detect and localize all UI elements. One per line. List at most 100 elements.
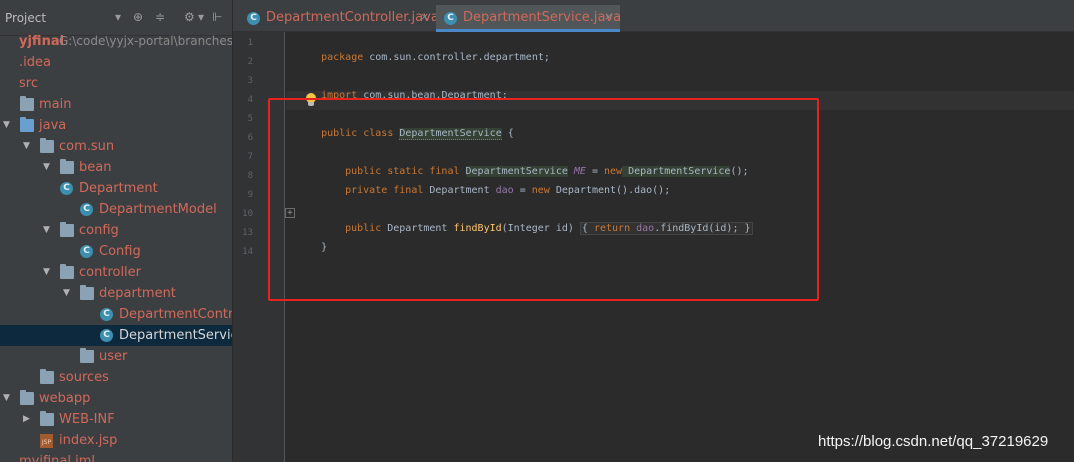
tree-item-myjfinal-iml[interactable]: myjfinal.iml: [0, 451, 232, 462]
tab-department-controller[interactable]: C DepartmentController.java ×: [239, 5, 439, 32]
class-icon: C: [80, 245, 93, 258]
tree-item-webapp[interactable]: ▼ webapp: [0, 388, 232, 409]
folder-icon: [40, 138, 54, 153]
tree-item-controller[interactable]: ▼ controller: [0, 262, 232, 283]
line-number: 3: [247, 76, 253, 86]
line-number: 14: [242, 247, 253, 257]
collapse-all-icon[interactable]: ≑: [155, 9, 165, 25]
tree-item-label: com.sun: [59, 139, 115, 154]
tree-item-config[interactable]: ▼ config: [0, 220, 232, 241]
tree-item-departmentcontrol[interactable]: C DepartmentControl: [0, 304, 233, 325]
tree-item-user[interactable]: user: [0, 346, 232, 367]
project-view-title[interactable]: Project: [5, 11, 46, 25]
tree-item-config[interactable]: C Config: [0, 241, 232, 262]
class-icon: C: [80, 203, 93, 216]
tree-item-label: Department: [79, 181, 158, 196]
folder-icon: [60, 264, 74, 279]
tree-item-label: Config: [99, 244, 141, 259]
tree-item-label: config: [79, 223, 119, 238]
folder-icon: [20, 117, 34, 132]
folder-icon: [60, 159, 74, 174]
close-icon[interactable]: ×: [604, 10, 613, 23]
tree-item-label: myjfinal.iml: [19, 454, 95, 462]
tree-item-label: DepartmentControl: [119, 307, 233, 322]
class-icon: C: [60, 182, 73, 195]
scroll-from-source-icon[interactable]: ⊕: [133, 9, 143, 25]
collapse-arrow-icon[interactable]: ▶: [23, 414, 30, 424]
tree-item-label: yjfinal: [19, 34, 65, 49]
line-number: 5: [247, 114, 253, 124]
tab-label: DepartmentService.java: [463, 10, 622, 25]
settings-gear-icon[interactable]: ⚙: [184, 9, 195, 25]
line-number: 7: [247, 152, 253, 162]
tree-item-label: main: [39, 97, 72, 112]
tree-item-label: DepartmentService: [119, 328, 232, 343]
tree-item-label: department: [99, 286, 176, 301]
hide-panel-icon[interactable]: ⊩: [212, 9, 222, 25]
editor-tab-bar: C DepartmentController.java × C Departme…: [233, 0, 1074, 32]
red-annotation-box: [268, 98, 819, 301]
jsp-file-icon: JSP: [40, 434, 53, 448]
line-number: 13: [242, 228, 253, 238]
tree-item-label: index.jsp: [59, 433, 118, 448]
expand-arrow-icon[interactable]: ▼: [43, 225, 50, 235]
watermark: https://blog.csdn.net/qq_37219629: [818, 433, 1049, 450]
folder-icon: [40, 411, 54, 426]
class-icon: C: [100, 308, 113, 321]
tree-item-web-inf[interactable]: ▶ WEB-INF: [0, 409, 232, 430]
tree-item-label: java: [39, 118, 67, 133]
project-tool-window: Project ▾ ⊕ ≑ ⚙ ▾ ⊩ yjfinal G:\code\yyjx-…: [0, 0, 233, 462]
tree-item-departmentservice[interactable]: C DepartmentService: [0, 325, 232, 346]
tree-item-label: bean: [79, 160, 112, 175]
tree-item-label: sources: [59, 370, 109, 385]
line-number: 4: [247, 95, 253, 105]
tree-item-bean[interactable]: ▼ bean: [0, 157, 232, 178]
tree-item--idea[interactable]: .idea: [0, 52, 232, 73]
code-line-1: package com.sun.controller.department;: [321, 52, 550, 63]
tree-item-com-sun[interactable]: ▼ com.sun: [0, 136, 232, 157]
tree-item-label: src: [19, 76, 38, 91]
expand-arrow-icon[interactable]: ▼: [23, 141, 30, 151]
tree-item-java[interactable]: ▼ java: [0, 115, 232, 136]
tree-item-label: user: [99, 349, 128, 364]
tree-item-yjfinal[interactable]: yjfinalG:\code\yyjx-portal\branches\myj: [0, 31, 233, 52]
folder-icon: [20, 390, 34, 405]
folder-icon: [80, 285, 94, 300]
line-number: 1: [247, 38, 253, 48]
tree-item-main[interactable]: main: [0, 94, 232, 115]
folder-icon: [40, 369, 54, 384]
tree-item-index-jsp[interactable]: JSP index.jsp: [0, 430, 232, 451]
tree-item-department[interactable]: C Department: [0, 178, 232, 199]
class-icon: C: [444, 12, 457, 25]
settings-caret-icon[interactable]: ▾: [198, 9, 204, 25]
expand-arrow-icon[interactable]: ▼: [3, 120, 10, 130]
tree-item-label: DepartmentModel: [99, 202, 217, 217]
tree-item-src[interactable]: src: [0, 73, 232, 94]
tree-item-department[interactable]: ▼ department: [0, 283, 232, 304]
expand-arrow-icon[interactable]: ▼: [63, 288, 70, 298]
expand-arrow-icon[interactable]: ▼: [43, 267, 50, 277]
expand-arrow-icon[interactable]: ▼: [3, 393, 10, 403]
tree-item-label: .idea: [19, 55, 51, 70]
expand-arrow-icon[interactable]: ▼: [43, 162, 50, 172]
line-number: 6: [247, 133, 253, 143]
line-number: 10: [242, 209, 253, 219]
tree-item-sources[interactable]: sources: [0, 367, 232, 388]
tree-item-label: webapp: [39, 391, 91, 406]
class-icon: C: [100, 329, 113, 342]
project-path: G:\code\yyjx-portal\branches\myj: [59, 34, 233, 48]
folder-icon: [60, 222, 74, 237]
close-icon[interactable]: ×: [420, 10, 429, 23]
tab-label: DepartmentController.java: [266, 10, 439, 25]
line-number: 8: [247, 171, 253, 181]
view-dropdown-icon[interactable]: ▾: [115, 9, 121, 25]
tree-item-departmentmodel[interactable]: C DepartmentModel: [0, 199, 232, 220]
folder-icon: [20, 96, 34, 111]
class-icon: C: [247, 12, 260, 25]
tab-department-service[interactable]: C DepartmentService.java ×: [436, 5, 622, 32]
line-number: 9: [247, 190, 253, 200]
folder-icon: [80, 348, 94, 363]
line-number: 2: [247, 57, 253, 67]
tree-item-label: WEB-INF: [59, 412, 115, 427]
tree-item-label: controller: [79, 265, 142, 280]
